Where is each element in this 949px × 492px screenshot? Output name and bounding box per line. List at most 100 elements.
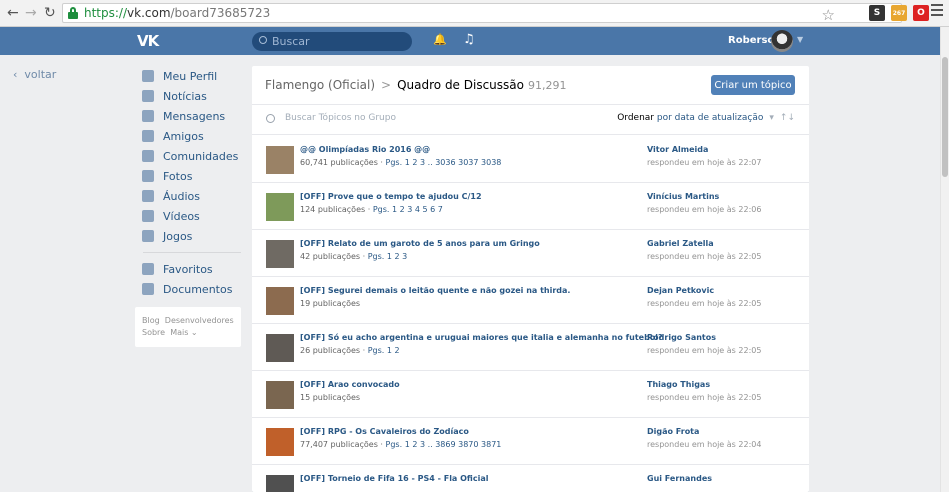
- topic-pages[interactable]: Pgs. 1 2 3 .. 3036 3037 3038: [386, 158, 502, 167]
- topic-author-avatar[interactable]: [266, 334, 294, 362]
- sidebar-item-favoritos[interactable]: Favoritos: [135, 259, 241, 279]
- topic-row[interactable]: [OFF] Só eu acho argentina e uruguai mai…: [252, 324, 809, 371]
- topic-pages[interactable]: Pgs. 1 2 3: [368, 252, 408, 261]
- browser-menu-icon[interactable]: [931, 4, 943, 16]
- header-search-placeholder: Buscar: [272, 35, 310, 48]
- topic-last-reply-time[interactable]: respondeu em hoje às 22:05: [647, 299, 761, 308]
- breadcrumb: Flamengo (Oficial) > Quadro de Discussão 91…: [265, 78, 566, 92]
- topic-last-author[interactable]: Gabriel Zatella: [647, 239, 714, 248]
- sidebar-item-mensagens[interactable]: Mensagens: [135, 106, 241, 126]
- topic-title[interactable]: [OFF] Segurei demais o leitão quente e n…: [300, 286, 570, 295]
- topic-last-author[interactable]: Rodrigo Santos: [647, 333, 716, 342]
- topic-last-author[interactable]: Digão Frota: [647, 427, 699, 436]
- breadcrumb-group[interactable]: Flamengo (Oficial): [265, 78, 375, 92]
- topic-author-avatar[interactable]: [266, 193, 294, 221]
- topic-last-reply-time[interactable]: respondeu em hoje às 22:06: [647, 205, 761, 214]
- topic-author-avatar[interactable]: [266, 146, 294, 174]
- topic-last-reply-time[interactable]: respondeu em hoje às 22:05: [647, 393, 761, 402]
- bell-icon[interactable]: 🔔: [433, 33, 447, 46]
- sidebar-item-videos[interactable]: Vídeos: [135, 206, 241, 226]
- topic-row[interactable]: @@ Olimpíadas Rio 2016 @@ 60,741 publicaç…: [252, 136, 809, 183]
- topic-title[interactable]: [OFF] Prove que o tempo te ajudou C/12: [300, 192, 482, 201]
- footer-devs-link[interactable]: Desenvolvedores: [165, 316, 234, 325]
- topic-title[interactable]: [OFF] Relato de um garoto de 5 anos para…: [300, 239, 540, 248]
- footer-more-link[interactable]: Mais ⌄: [170, 328, 197, 337]
- topic-post-count: 124 publicações: [300, 205, 366, 214]
- forward-arrow-icon[interactable]: →: [25, 4, 37, 22]
- sidebar-item-label: Meu Perfil: [163, 69, 218, 83]
- topic-post-count: 19 publicações: [300, 299, 361, 308]
- topic-last-author[interactable]: Gui Fernandes: [647, 474, 712, 483]
- opera-extension-icon[interactable]: O: [913, 5, 929, 21]
- topic-search-input[interactable]: Buscar Tópicos no Grupo: [285, 113, 396, 123]
- sort-value[interactable]: por data de atualização: [657, 113, 764, 123]
- music-note-icon[interactable]: ♫: [463, 32, 475, 47]
- mail-extension-icon[interactable]: 267: [891, 5, 907, 21]
- footer-about-link[interactable]: Sobre: [142, 328, 165, 337]
- topic-row[interactable]: [OFF] RPG - Os Cavaleiros do Zodíaco 77,4…: [252, 418, 809, 465]
- sidebar-item-label: Favoritos: [163, 262, 213, 276]
- sidebar-item-label: Áudios: [163, 189, 200, 203]
- topic-author-avatar[interactable]: [266, 428, 294, 456]
- sidebar-item-amigos[interactable]: Amigos: [135, 126, 241, 146]
- topic-author-avatar[interactable]: [266, 475, 294, 492]
- topic-last-reply-time[interactable]: respondeu em hoje às 22:04: [647, 440, 761, 449]
- messages-icon: [142, 110, 154, 122]
- sidebar-footer: Blog Desenvolvedores Sobre Mais ⌄: [135, 307, 241, 347]
- topic-title[interactable]: @@ Olimpíadas Rio 2016 @@: [300, 145, 430, 154]
- sort-direction-icon[interactable]: ↑↓: [780, 113, 795, 123]
- sidebar-item-noticias[interactable]: Notícias: [135, 86, 241, 106]
- sidebar-menu: Meu Perfil Notícias Mensagens Amigos Comunid…: [135, 66, 241, 299]
- chevron-down-icon[interactable]: ▼: [797, 35, 803, 44]
- sidebar-item-audios[interactable]: Áudios: [135, 186, 241, 206]
- sidebar-item-documentos[interactable]: Documentos: [135, 279, 241, 299]
- bookmark-star-icon[interactable]: ☆: [822, 6, 835, 24]
- topic-row[interactable]: [OFF] Prove que o tempo te ajudou C/12 12…: [252, 183, 809, 230]
- search-icon: [259, 36, 267, 44]
- topic-title[interactable]: [OFF] Só eu acho argentina e uruguai mai…: [300, 333, 663, 342]
- topic-last-reply-time[interactable]: respondeu em hoje às 22:07: [647, 158, 761, 167]
- lock-icon: [68, 7, 78, 19]
- footer-blog-link[interactable]: Blog: [142, 316, 160, 325]
- create-topic-button[interactable]: Criar um tópico: [711, 75, 795, 95]
- friends-icon: [142, 130, 154, 142]
- sidebar-item-comunidades[interactable]: Comunidades: [135, 146, 241, 166]
- document-icon: [142, 283, 154, 295]
- page-scrollbar[interactable]: [940, 27, 949, 492]
- topic-row[interactable]: [OFF] Segurei demais o leitão quente e n…: [252, 277, 809, 324]
- sidebar-item-label: Documentos: [163, 282, 233, 296]
- sidebar-item-jogos[interactable]: Jogos: [135, 226, 241, 246]
- reload-icon[interactable]: ↻: [44, 4, 56, 22]
- topic-pages[interactable]: Pgs. 1 2: [368, 346, 400, 355]
- topic-last-author[interactable]: Thiago Thigas: [647, 380, 710, 389]
- back-link[interactable]: ‹ voltar: [13, 68, 56, 81]
- breadcrumb-separator: >: [381, 78, 392, 92]
- topic-pages[interactable]: Pgs. 1 2 3 .. 3869 3870 3871: [386, 440, 502, 449]
- sidebar-divider: [143, 252, 241, 253]
- topic-last-author[interactable]: Dejan Petkovic: [647, 286, 714, 295]
- topic-row[interactable]: [OFF] Relato de um garoto de 5 anos para…: [252, 230, 809, 277]
- page-title: Quadro de Discussão: [397, 78, 524, 92]
- sort-control[interactable]: Ordenar por data de atualização ▾ ↑↓: [617, 113, 795, 123]
- topic-title[interactable]: [OFF] Torneio de Fifa 16 - PS4 - Fla Ofi…: [300, 474, 488, 483]
- topic-author-avatar[interactable]: [266, 240, 294, 268]
- topic-pages[interactable]: Pgs. 1 2 3 4 5 6 7: [373, 205, 443, 214]
- topic-title[interactable]: [OFF] RPG - Os Cavaleiros do Zodíaco: [300, 427, 469, 436]
- extension-s-icon[interactable]: S: [869, 5, 885, 21]
- sidebar-item-fotos[interactable]: Fotos: [135, 166, 241, 186]
- sidebar-item-meu-perfil[interactable]: Meu Perfil: [135, 66, 241, 86]
- topic-row[interactable]: [OFF] Torneio de Fifa 16 - PS4 - Fla Ofi…: [252, 465, 809, 492]
- topic-last-author[interactable]: Vitor Almeida: [647, 145, 708, 154]
- header-avatar[interactable]: [771, 30, 793, 52]
- back-arrow-icon[interactable]: ←: [7, 4, 19, 22]
- topic-author-avatar[interactable]: [266, 381, 294, 409]
- address-bar[interactable]: https://vk.com/board73685723 ☆: [62, 3, 902, 24]
- header-search-input[interactable]: Buscar: [252, 32, 412, 51]
- topic-author-avatar[interactable]: [266, 287, 294, 315]
- topic-row[interactable]: [OFF] Arao convocado 15 publicações Thiago…: [252, 371, 809, 418]
- topic-title[interactable]: [OFF] Arao convocado: [300, 380, 400, 389]
- topic-last-reply-time[interactable]: respondeu em hoje às 22:05: [647, 252, 761, 261]
- vk-logo[interactable]: VK: [137, 32, 159, 50]
- topic-last-reply-time[interactable]: respondeu em hoje às 22:05: [647, 346, 761, 355]
- topic-last-author[interactable]: Vinícius Martins: [647, 192, 719, 201]
